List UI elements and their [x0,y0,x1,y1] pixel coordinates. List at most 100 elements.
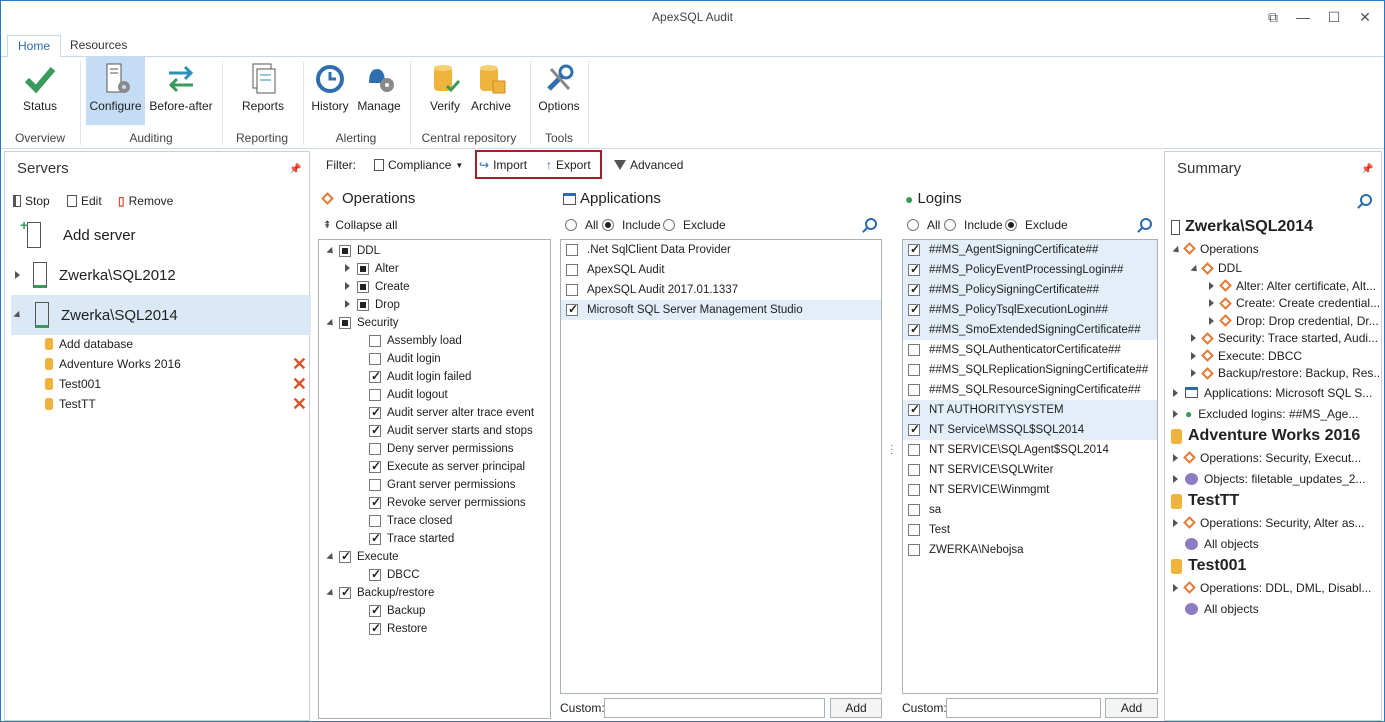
collapse-arrow-icon[interactable] [326,245,339,257]
advanced-button[interactable]: Advanced [614,158,683,172]
tree-item[interactable]: Execute as server principal [319,458,550,476]
login-item[interactable]: ##MS_PolicyTsqlExecutionLogin## [903,300,1157,320]
remove-button[interactable]: ▯ Remove [118,194,173,208]
checkbox[interactable] [339,245,351,257]
search-icon[interactable] [1360,194,1372,206]
tree-item[interactable]: Alter [319,260,550,278]
tree-item[interactable]: Execute [319,548,550,566]
pin-icon[interactable]: 📌 [1361,164,1373,175]
tree-item[interactable]: Assembly load [319,332,550,350]
application-item[interactable]: .Net SqlClient Data Provider [561,240,881,260]
server-item[interactable]: Zwerka\SQL2012 [11,255,311,295]
tree-item[interactable]: Trace closed [319,512,550,530]
checkbox[interactable] [369,335,381,347]
tree-item[interactable]: Audit login [319,350,550,368]
tab-home[interactable]: Home [7,35,62,58]
checkbox[interactable] [369,531,381,545]
expand-arrow-icon[interactable] [345,299,357,311]
checkbox[interactable] [369,603,381,617]
restore-icon[interactable]: ⧉ [1258,5,1288,29]
summary-group-header[interactable]: Adventure Works 2016 [1171,425,1379,447]
login-radio-include[interactable]: Include [944,218,1003,232]
export-button[interactable]: ↑ Export [546,158,591,172]
summary-item[interactable]: Operations: Security, Alter as... [1173,512,1379,534]
search-icon[interactable] [1140,218,1152,230]
checkbox[interactable] [908,344,920,356]
expand-arrow-icon[interactable] [345,281,357,293]
checkbox[interactable] [369,423,381,437]
before-after-button[interactable]: Before-after [149,57,213,125]
login-item[interactable]: NT AUTHORITY\SYSTEM [903,400,1157,420]
login-item[interactable]: NT Service\MSSQL$SQL2014 [903,420,1157,440]
database-item[interactable]: Adventure Works 2016 ✕ [45,354,311,374]
tree-item[interactable]: Backup [319,602,550,620]
edit-button[interactable]: Edit [67,194,102,208]
verify-button[interactable]: Verify [425,57,465,125]
checkbox[interactable] [357,263,369,275]
tree-item[interactable]: DBCC [319,566,550,584]
summary-item[interactable]: Drop: Drop credential, Dr... [1209,312,1379,330]
login-item[interactable]: ##MS_SmoExtendedSigningCertificate## [903,320,1157,340]
summary-item[interactable]: All objects [1173,534,1379,556]
login-radio-exclude[interactable]: Exclude [1005,218,1068,232]
collapse-arrow-icon[interactable] [13,310,23,320]
checkbox[interactable] [339,317,351,329]
tree-item[interactable]: Deny server permissions [319,440,550,458]
summary-item[interactable]: Operations: DDL, DML, Disabl... [1173,577,1379,599]
summary-group-header[interactable]: Zwerka\SQL2014 [1171,216,1379,238]
checkbox[interactable] [908,422,920,436]
add-database-button[interactable]: Add database [45,334,311,354]
login-radio-all[interactable]: All [907,218,940,232]
checkbox[interactable] [369,459,381,473]
checkbox[interactable] [908,484,920,496]
checkbox[interactable] [908,544,920,556]
expand-arrow-icon[interactable] [15,271,20,279]
tree-item[interactable]: Audit login failed [319,368,550,386]
checkbox[interactable] [339,585,351,599]
import-button[interactable]: ↪ Import [479,158,527,172]
summary-item[interactable]: Create: Create credential... [1209,295,1379,313]
options-button[interactable]: Options [537,57,581,125]
summary-item[interactable]: Alter: Alter certificate, Alt... [1209,277,1379,295]
tree-item[interactable]: Grant server permissions [319,476,550,494]
checkbox[interactable] [908,262,920,276]
login-item[interactable]: ##MS_PolicySigningCertificate## [903,280,1157,300]
reports-button[interactable]: Reports [239,57,287,125]
tree-item[interactable]: Revoke server permissions [319,494,550,512]
status-button[interactable]: Status [15,57,65,125]
expand-arrow-icon[interactable] [1173,472,1185,486]
splitter-grip[interactable]: · · · [890,441,893,459]
checkbox[interactable] [566,264,578,276]
checkbox[interactable] [369,405,381,419]
checkbox[interactable] [369,567,381,581]
tree-item[interactable]: Audit server alter trace event [319,404,550,422]
login-item[interactable]: ##MS_SQLAuthenticatorCertificate## [903,340,1157,360]
checkbox[interactable] [369,621,381,635]
remove-database-icon[interactable]: ✕ [292,395,307,413]
summary-item[interactable]: Security: Trace started, Audi... [1191,330,1379,348]
configure-button[interactable]: Configure [86,57,145,125]
database-item[interactable]: Test001 ✕ [45,374,311,394]
login-add-button[interactable]: Add [1105,698,1158,718]
summary-item[interactable]: ● Excluded logins: ##MS_Age... [1173,404,1379,426]
checkbox[interactable] [339,549,351,563]
checkbox[interactable] [908,242,920,256]
compliance-dropdown[interactable]: Compliance ▼ [374,158,463,172]
summary-item[interactable]: Backup/restore: Backup, Res... [1191,365,1379,383]
login-custom-input[interactable] [946,698,1101,718]
close-icon[interactable]: ✕ [1350,5,1380,29]
tree-item[interactable]: Audit logout [319,386,550,404]
server-item-selected[interactable]: Zwerka\SQL2014 [11,295,311,335]
checkbox[interactable] [908,384,920,396]
summary-item[interactable]: Execute: DBCC [1191,347,1379,365]
app-add-button[interactable]: Add [830,698,882,718]
pin-icon[interactable]: 📌 [289,164,301,175]
checkbox[interactable] [908,504,920,516]
maximize-icon[interactable]: ☐ [1319,5,1349,29]
checkbox[interactable] [369,353,381,365]
summary-item[interactable]: DDL [1191,260,1379,278]
collapse-arrow-icon[interactable] [326,317,339,329]
checkbox[interactable] [357,299,369,311]
login-item[interactable]: ##MS_SQLResourceSigningCertificate## [903,380,1157,400]
tree-item[interactable]: Restore [319,620,550,638]
